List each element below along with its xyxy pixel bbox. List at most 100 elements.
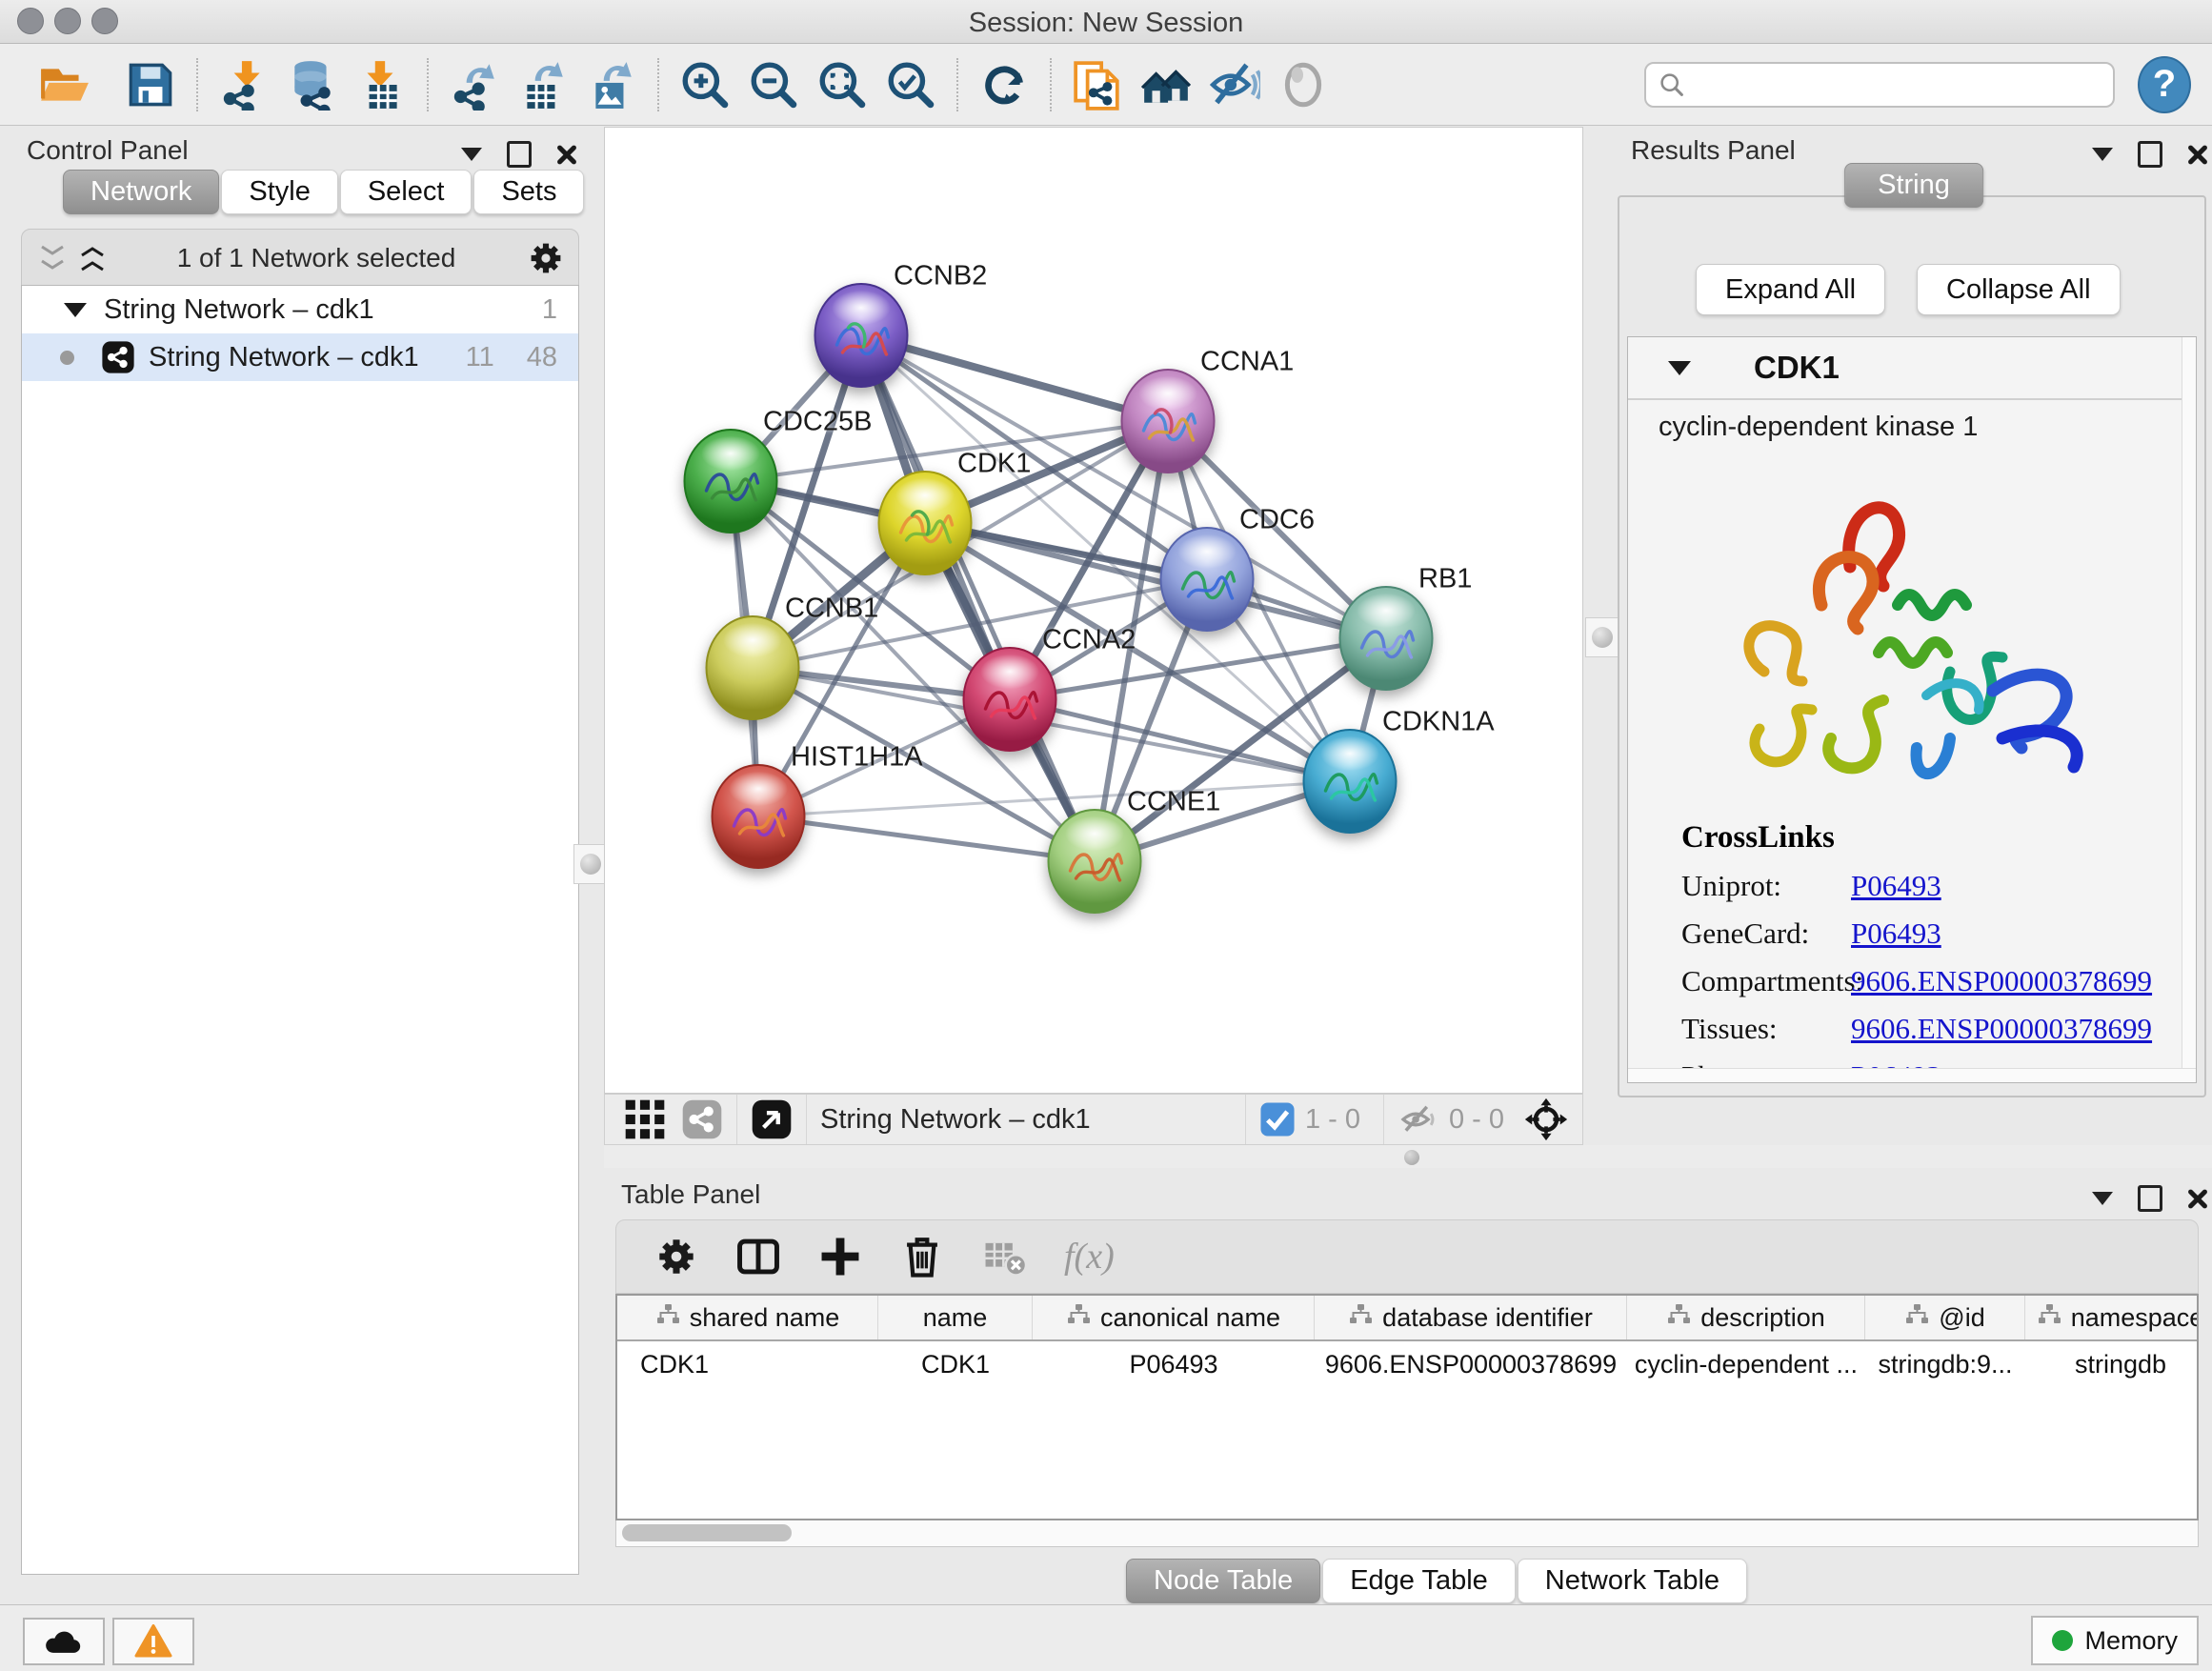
zoom-out-button[interactable] [747,58,800,111]
cell-description[interactable]: cyclin-dependent ... [1627,1341,1865,1387]
network-options-gear-icon[interactable] [527,239,565,277]
column-header-name[interactable]: name [878,1296,1033,1339]
zoom-fit-button[interactable] [815,58,869,111]
results-horizontal-scrollbar[interactable] [1628,1068,2196,1082]
grid-view-icon[interactable] [624,1098,666,1140]
netbar-divider [806,1095,807,1144]
open-session-button[interactable] [38,58,91,111]
right-splitter-handle[interactable] [1585,617,1619,657]
network-row-selected[interactable]: String Network – cdk1 11 48 [22,333,578,381]
save-session-button[interactable] [124,58,177,111]
crosslink-link[interactable]: P06493 [1851,869,1941,903]
search-input[interactable] [1696,65,2101,105]
node-CDK1[interactable] [878,471,973,575]
control-panel-header-icons [461,141,577,168]
cell-canonical-name[interactable]: P06493 [1033,1341,1315,1387]
warnings-button[interactable] [112,1618,194,1665]
column-header-canonical-name[interactable]: canonical name [1033,1296,1315,1339]
edge-CCNB2-CCNE1[interactable] [861,335,1095,861]
float-panel-icon[interactable] [507,141,532,168]
expand-all-networks-icon[interactable] [39,245,66,272]
share-view-icon[interactable] [681,1098,723,1140]
selected-checkbox-icon[interactable] [1259,1101,1296,1137]
crosslink-link[interactable]: P06493 [1851,916,1941,951]
node-CDC6[interactable] [1160,527,1255,632]
column-header-description[interactable]: description [1627,1296,1865,1339]
tab-node-table[interactable]: Node Table [1126,1559,1320,1603]
show-columns-icon[interactable] [736,1235,780,1278]
export-image-button[interactable] [585,58,638,111]
results-vertical-scrollbar[interactable] [2182,337,2196,1082]
open-in-browser-button[interactable] [1071,58,1124,111]
edge-HIST1H1A-CCNE1[interactable] [758,816,1095,861]
memory-button[interactable]: Memory [2031,1616,2199,1665]
delete-table-icon [982,1235,1026,1278]
node-CDKN1A[interactable] [1303,729,1398,834]
node-CCNA1[interactable] [1121,369,1216,473]
node-CCNA2[interactable] [963,647,1057,752]
hide-unhide-button[interactable] [1208,58,1261,111]
node-CCNB2[interactable] [814,283,909,388]
node-HIST1H1A[interactable] [712,764,806,869]
node-RB1[interactable] [1339,586,1434,691]
import-network-from-database-button[interactable] [286,58,339,111]
node-CDC25B[interactable] [684,429,778,534]
delete-column-trash-icon[interactable] [900,1235,944,1278]
export-network-button[interactable] [448,58,501,111]
export-table-button[interactable] [516,58,570,111]
birdseye-view-icon[interactable] [751,1098,793,1140]
expand-all-button[interactable]: Expand All [1696,264,1885,315]
tab-sets[interactable]: Sets [473,170,584,214]
column-header-namespace[interactable]: namespace [2025,1296,2199,1339]
node-CCNE1[interactable] [1048,809,1142,914]
panel-menu-icon[interactable] [461,148,482,161]
fit-content-crosshair-icon[interactable] [1523,1097,1569,1142]
table-options-gear-icon[interactable] [654,1235,698,1278]
zoom-selected-button[interactable] [884,58,937,111]
table-horizontal-scrollbar[interactable] [615,1520,2199,1547]
cell-name[interactable]: CDK1 [878,1341,1033,1387]
cloud-status-button[interactable] [23,1618,105,1665]
import-table-button[interactable] [354,58,408,111]
crosslink-link[interactable]: 9606.ENSP00000378699 [1851,964,2152,998]
tab-network-table[interactable]: Network Table [1518,1559,1747,1603]
column-header-shared-name[interactable]: shared name [617,1296,878,1339]
splitter-handle-dot[interactable] [1404,1150,1419,1165]
column-header-database-identifier[interactable]: database identifier [1315,1296,1627,1339]
refresh-view-button[interactable] [977,58,1031,111]
tab-network[interactable]: Network [63,170,219,214]
collapse-all-button[interactable]: Collapse All [1917,264,2121,315]
close-panel-icon[interactable] [556,144,577,165]
table-header-row: shared namename canonical name database id… [617,1296,2197,1341]
tab-string[interactable]: String [1844,163,1983,208]
horizontal-splitter[interactable] [604,1145,2212,1168]
gene-header-row[interactable]: CDK1 [1628,337,2196,400]
zoom-in-button[interactable] [678,58,732,111]
cell-database-identifier[interactable]: 9606.ENSP00000378699 [1315,1341,1627,1387]
home-pages-button[interactable] [1139,58,1193,111]
show-eye-button[interactable] [1277,58,1330,111]
network-collection-row[interactable]: String Network – cdk1 1 [22,286,578,333]
tab-select[interactable]: Select [340,170,473,214]
tab-style[interactable]: Style [221,170,337,214]
collection-expand-icon[interactable] [64,303,87,317]
column-header-@id[interactable]: @id [1865,1296,2025,1339]
table-row[interactable]: CDK1CDK1P064939606.ENSP00000378699cyclin… [617,1341,2197,1387]
crosslink-link[interactable]: 9606.ENSP00000378699 [1851,1012,2152,1046]
network-canvas[interactable]: CCNB2CCNA1CDC25BCDK1CDC6RB1CCNB1CCNA2CDK… [604,127,1583,1094]
toolbar-divider [1050,58,1052,111]
collapse-all-networks-icon[interactable] [79,245,106,272]
search-field[interactable] [1644,62,2115,108]
column-label: canonical name [1100,1303,1280,1333]
gene-collapse-icon[interactable] [1668,361,1691,375]
left-splitter-handle[interactable] [573,844,608,884]
cell-shared-name[interactable]: CDK1 [617,1341,878,1387]
import-network-button[interactable] [217,58,271,111]
tab-edge-table[interactable]: Edge Table [1322,1559,1516,1603]
cell-namespace[interactable]: stringdb [2025,1341,2199,1387]
cell-@id[interactable]: stringdb:9... [1865,1341,2025,1387]
node-CCNB1[interactable] [706,615,800,720]
function-builder-icon: f(x) [1064,1236,1115,1278]
help-button[interactable]: ? [2138,56,2191,113]
create-column-plus-icon[interactable] [818,1235,862,1278]
